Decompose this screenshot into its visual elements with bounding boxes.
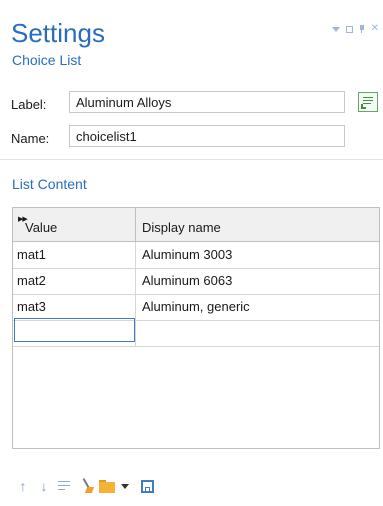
save-to-file-icon[interactable] (138, 477, 156, 495)
table-row[interactable]: mat1 Aluminum 3003 (13, 242, 379, 269)
clear-table-icon[interactable] (77, 477, 95, 495)
table-row[interactable]: mat2 Aluminum 6063 (13, 268, 379, 295)
label-row: Label: (0, 91, 383, 117)
load-from-file-icon[interactable] (98, 477, 116, 495)
label-caption: Label: (11, 97, 47, 112)
window-controls: ✕ (331, 24, 379, 34)
section-title[interactable]: List Content (12, 176, 87, 192)
display-name-cell[interactable]: Aluminum, generic (136, 294, 379, 320)
column-header-value[interactable]: ▶▶ Value (13, 208, 136, 241)
list-content-table: ▶▶ Value Display name mat1 Aluminum 3003… (12, 207, 380, 449)
name-caption: Name: (11, 131, 50, 146)
name-field[interactable] (69, 125, 345, 147)
window-menu-icon[interactable] (331, 26, 340, 32)
display-name-cell[interactable] (136, 320, 379, 346)
table-row[interactable]: mat3 Aluminum, generic (13, 294, 379, 321)
label-field[interactable] (69, 91, 345, 113)
close-icon[interactable]: ✕ (371, 24, 379, 34)
column-header-display-name[interactable]: Display name (136, 208, 379, 241)
page-title: Settings (11, 18, 105, 48)
label-node-button[interactable] (358, 92, 378, 112)
move-up-icon[interactable]: ↑ (14, 477, 32, 495)
settings-header: Settings Choice List ✕ (0, 0, 383, 80)
page-subtitle: Choice List (12, 52, 82, 68)
active-cell-editor[interactable] (14, 318, 135, 342)
table-header: ▶▶ Value Display name (13, 208, 379, 242)
display-name-cell[interactable]: Aluminum 6063 (136, 268, 379, 294)
value-cell[interactable]: mat1 (13, 242, 136, 268)
display-name-cell[interactable]: Aluminum 3003 (136, 242, 379, 268)
pin-icon[interactable] (359, 25, 365, 33)
dropdown-arrow-icon[interactable] (119, 477, 129, 495)
section-divider (0, 159, 383, 160)
move-down-icon[interactable]: ↓ (35, 477, 53, 495)
delete-icon[interactable] (56, 477, 74, 495)
name-row: Name: (0, 125, 383, 151)
arrow-icon (361, 104, 366, 109)
value-cell[interactable]: mat3 (13, 294, 136, 320)
value-cell[interactable]: mat2 (13, 268, 136, 294)
table-toolbar: ↑ ↓ (14, 476, 159, 496)
maximize-icon[interactable] (345, 25, 353, 33)
